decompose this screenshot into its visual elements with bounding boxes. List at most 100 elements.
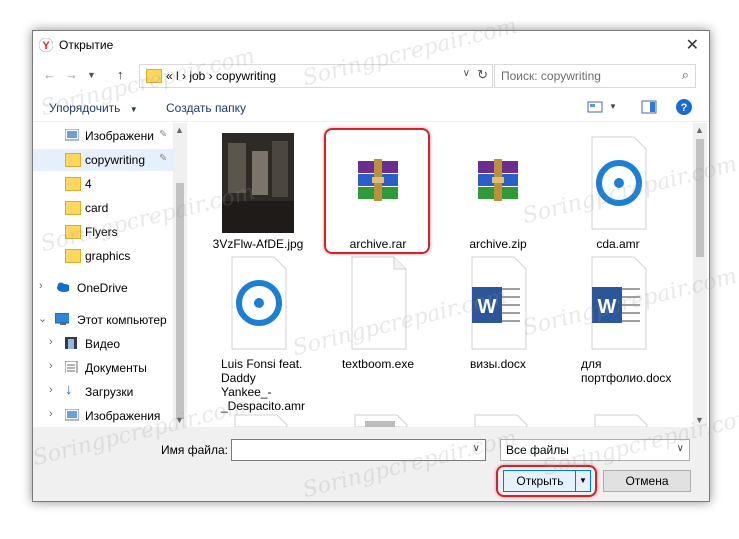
- yandex-browser-icon: Y: [39, 38, 53, 52]
- folder-icon: [65, 201, 81, 215]
- chevron-down-icon[interactable]: ∨: [473, 443, 480, 454]
- address-bar[interactable]: « l › job › copywriting ∨ ↻: [139, 64, 493, 88]
- chevron-right-icon[interactable]: ›: [49, 384, 53, 396]
- sidebar-item-label: OneDrive: [77, 281, 128, 295]
- chevron-right-icon[interactable]: ›: [49, 360, 53, 372]
- winrar-archive-icon: [478, 159, 518, 201]
- audio-file-icon: [231, 256, 287, 350]
- sidebar-item-label: Изображения: [85, 409, 161, 423]
- close-icon[interactable]: ✕: [686, 35, 699, 55]
- folder-icon: [146, 69, 162, 83]
- file-name: textboom.exe: [341, 357, 415, 371]
- breadcrumb[interactable]: « l › job › copywriting: [166, 69, 276, 83]
- file-type-value[interactable]: Все файлы: [506, 443, 569, 457]
- scrollbar-thumb[interactable]: [696, 139, 704, 257]
- title-bar: Y Открытие ✕: [33, 31, 709, 61]
- folder-icon: [65, 225, 81, 239]
- sidebar-item-label: graphics: [85, 249, 131, 263]
- file-item[interactable]: 3VzFlw-AfDE.jpg: [203, 133, 313, 263]
- cloud-icon: [57, 282, 69, 292]
- folder-icon: [65, 153, 81, 167]
- pin-icon: ✎: [159, 129, 168, 140]
- chevron-right-icon[interactable]: ›: [49, 336, 53, 348]
- sidebar-item-label: Изображени: [85, 129, 154, 143]
- photo-thumbnail: [222, 133, 294, 233]
- partial-file-icon: [594, 414, 648, 427]
- sidebar-scrollbar[interactable]: ▲ ▼: [173, 123, 187, 427]
- up-arrow-icon[interactable]: ↑: [117, 67, 124, 82]
- file-name: 3VzFlw-AfDE.jpg: [212, 237, 304, 251]
- sidebar-item-video[interactable]: › Видео: [33, 333, 173, 355]
- file-name: для портфолио.docx: [581, 357, 672, 385]
- blank-file-icon: [351, 256, 407, 350]
- word-document-icon: W: [471, 256, 527, 350]
- documents-folder-icon: [65, 361, 78, 373]
- video-folder-icon: [65, 337, 77, 349]
- chevron-right-icon[interactable]: ›: [49, 408, 53, 420]
- scroll-down-icon[interactable]: ▼: [175, 415, 184, 425]
- file-item[interactable]: archive.zip: [443, 133, 553, 263]
- chevron-down-icon[interactable]: ⌄: [38, 312, 47, 325]
- file-item[interactable]: Luis Fonsi feat. Daddy Yankee_-_Despacit…: [203, 253, 313, 423]
- preview-pane-icon[interactable]: [641, 100, 657, 114]
- partial-file-icon: [474, 414, 528, 427]
- scroll-up-icon[interactable]: ▲: [695, 125, 704, 135]
- refresh-icon[interactable]: ↻: [477, 67, 488, 83]
- download-arrow-icon: ↓: [65, 381, 73, 398]
- bottom-panel: Имя файла: ∨ Все файлы ∨ Открыть ▼ Отмен…: [33, 427, 709, 501]
- content-scrollbar[interactable]: ▲ ▼: [693, 123, 707, 427]
- sidebar-item-label: Документы: [85, 361, 147, 375]
- sidebar-item-documents[interactable]: › Документы: [33, 357, 173, 379]
- open-file-dialog: Y Открытие ✕ ← → ▼ ↑ « l › job › copywri…: [32, 30, 710, 502]
- forward-arrow-icon[interactable]: →: [65, 67, 78, 82]
- file-name: archive.zip: [469, 237, 527, 251]
- search-box[interactable]: Поиск: copywriting ⌕: [494, 64, 696, 88]
- cancel-button[interactable]: Отмена: [603, 470, 691, 492]
- chevron-down-icon: ▼: [129, 105, 138, 114]
- sidebar-item-flyers[interactable]: Flyers: [33, 221, 173, 243]
- sidebar-item-label: Этот компьютер: [77, 313, 167, 327]
- file-name: визы.docx: [470, 357, 526, 371]
- file-item[interactable]: W для портфолио.docx: [563, 253, 673, 385]
- recent-chevron-icon[interactable]: ▼: [87, 70, 96, 80]
- file-type-select[interactable]: Все файлы ∨: [500, 439, 690, 461]
- sidebar-item-label: Flyers: [85, 225, 118, 239]
- sidebar-item-this-pc[interactable]: ⌄ Этот компьютер: [33, 309, 173, 331]
- sidebar-item-label: Видео: [85, 337, 121, 351]
- chevron-down-icon[interactable]: ∨: [463, 68, 470, 79]
- sidebar-item-pictures-pinned[interactable]: Изображени ✎: [33, 125, 173, 147]
- file-item[interactable]: cda.amr: [563, 133, 673, 263]
- search-icon[interactable]: ⌕: [682, 67, 689, 83]
- scrollbar-thumb[interactable]: [176, 183, 184, 419]
- word-document-icon: W: [591, 256, 647, 350]
- view-options-icon[interactable]: [587, 100, 603, 114]
- folder-icon: [65, 249, 81, 263]
- chevron-right-icon[interactable]: ›: [39, 280, 43, 292]
- organize-button[interactable]: Упорядочить ▼: [49, 101, 138, 115]
- pin-icon: ✎: [159, 153, 168, 164]
- scroll-down-icon[interactable]: ▼: [695, 415, 704, 425]
- file-item[interactable]: W визы.docx: [443, 253, 553, 383]
- sidebar-item-4[interactable]: 4: [33, 173, 173, 195]
- audio-file-icon: [591, 136, 647, 230]
- back-arrow-icon[interactable]: ←: [43, 67, 56, 82]
- sidebar-item-card[interactable]: card: [33, 197, 173, 219]
- file-name: Luis Fonsi feat. Daddy Yankee_-_Despacit…: [221, 357, 306, 413]
- file-list: 3VzFlw-AfDE.jpg archive.rar archive.zip …: [193, 121, 693, 427]
- chevron-down-icon[interactable]: ▼: [609, 102, 617, 111]
- sidebar-item-copywriting[interactable]: copywriting ✎: [33, 149, 173, 171]
- new-folder-button[interactable]: Создать папку: [166, 101, 246, 115]
- sidebar-item-label: 4: [85, 177, 92, 191]
- search-placeholder[interactable]: Поиск: copywriting: [501, 69, 601, 83]
- sidebar-item-downloads[interactable]: › ↓ Загрузки: [33, 381, 173, 403]
- help-icon[interactable]: ?: [676, 99, 692, 115]
- filename-input[interactable]: ∨: [231, 439, 486, 461]
- file-item[interactable]: textboom.exe: [323, 253, 433, 383]
- chevron-down-icon[interactable]: ∨: [677, 443, 684, 454]
- sidebar-item-pictures[interactable]: › Изображения: [33, 405, 173, 427]
- sidebar-item-onedrive[interactable]: › OneDrive: [33, 277, 173, 299]
- toolbar: Упорядочить ▼ Создать папку ▼ ?: [33, 93, 709, 122]
- sidebar-item-graphics[interactable]: graphics: [33, 245, 173, 267]
- sidebar-item-label: copywriting: [85, 153, 146, 167]
- scroll-up-icon[interactable]: ▲: [175, 125, 184, 135]
